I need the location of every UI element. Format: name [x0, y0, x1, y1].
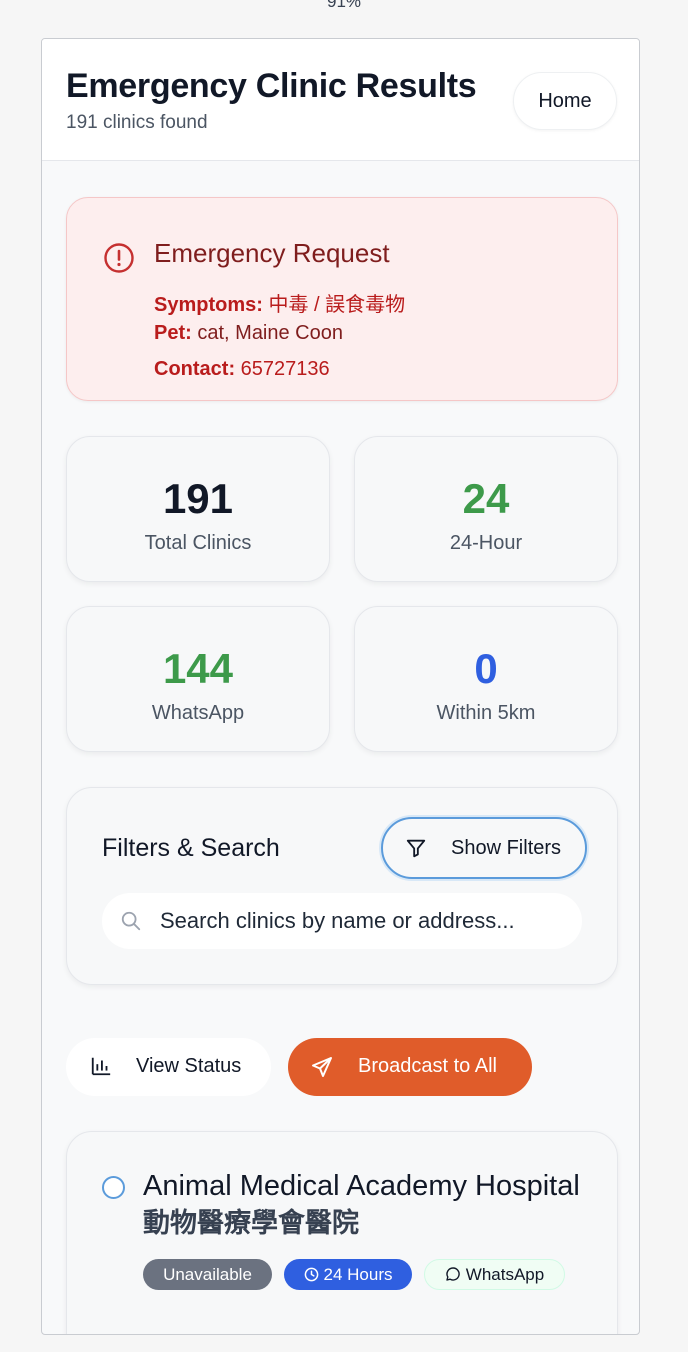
stat-within-5km: 0 Within 5km	[354, 606, 618, 752]
pet-row: Pet: cat, Maine Coon	[154, 322, 343, 345]
stat-value: 0	[474, 645, 498, 692]
contact-row: Contact: 65727136	[154, 358, 330, 381]
show-filters-button[interactable]: Show Filters	[381, 817, 587, 879]
send-icon	[312, 1057, 332, 1077]
clinic-name-en: Animal Medical Academy Hospital	[143, 1170, 580, 1202]
page-title: Emergency Clinic Results	[66, 67, 477, 105]
search-bar	[102, 893, 582, 949]
clinic-name-zh: 動物醫療學會醫院	[143, 1208, 359, 1239]
stat-value: 191	[162, 475, 234, 522]
clinic-card[interactable]: Animal Medical Academy Hospital 動物醫療學會醫院…	[66, 1131, 618, 1334]
hours-badge: 24 Hours	[284, 1259, 412, 1290]
results-count: 191 clinics found	[66, 112, 208, 133]
stat-label: WhatsApp	[151, 702, 245, 724]
symptoms-label: Symptoms:	[154, 294, 263, 316]
broadcast-to-all-button[interactable]: Broadcast to All	[288, 1038, 532, 1096]
contact-label: Contact:	[154, 358, 236, 380]
stat-label: 24-Hour	[449, 532, 523, 554]
zoom-level: 91%	[326, 0, 362, 11]
stat-value: 144	[162, 645, 234, 692]
chat-bubble-icon	[446, 1267, 460, 1281]
contact-value: 65727136	[240, 358, 330, 380]
clinic-select-radio[interactable]	[102, 1176, 125, 1199]
search-input[interactable]	[160, 893, 570, 949]
emergency-request-title: Emergency Request	[154, 238, 390, 268]
view-status-label: View Status	[136, 1055, 242, 1077]
stat-label: Within 5km	[436, 702, 536, 724]
clock-icon	[304, 1267, 318, 1281]
status-badge: Unavailable	[143, 1259, 272, 1290]
stat-value: 24	[462, 475, 510, 522]
home-button[interactable]: Home	[513, 72, 617, 130]
stat-total-clinics: 191 Total Clinics	[66, 436, 330, 582]
symptoms-row: Symptoms: 中毒 / 誤食毒物	[154, 288, 405, 317]
stat-whatsapp: 144 WhatsApp	[66, 606, 330, 752]
filter-icon	[406, 839, 426, 858]
emergency-request-card: Emergency Request Symptoms: 中毒 / 誤食毒物 Pe…	[66, 197, 618, 401]
pet-label: Pet:	[154, 322, 192, 344]
alert-circle-icon	[104, 243, 134, 273]
app-window: Emergency Clinic Results 191 clinics fou…	[41, 38, 640, 1335]
stat-label: Total Clinics	[144, 532, 252, 554]
filters-search-card: Filters & Search Show Filters	[66, 787, 618, 985]
filters-title: Filters & Search	[102, 834, 280, 862]
broadcast-label: Broadcast to All	[358, 1055, 497, 1077]
bar-chart-icon	[91, 1057, 111, 1076]
stat-24-hour: 24 24-Hour	[354, 436, 618, 582]
view-status-button[interactable]: View Status	[66, 1038, 271, 1096]
pet-value: cat, Maine Coon	[197, 322, 343, 344]
page-header: Emergency Clinic Results 191 clinics fou…	[42, 39, 639, 161]
search-icon	[121, 911, 141, 931]
hours-badge-label: 24 Hours	[323, 1265, 393, 1284]
show-filters-label: Show Filters	[451, 837, 562, 859]
whatsapp-badge: WhatsApp	[424, 1259, 565, 1290]
clinic-name: Animal Medical Academy Hospital 動物醫療學會醫院	[143, 1168, 583, 1242]
whatsapp-badge-label: WhatsApp	[465, 1265, 545, 1284]
symptoms-value: 中毒 / 誤食毒物	[268, 294, 406, 316]
